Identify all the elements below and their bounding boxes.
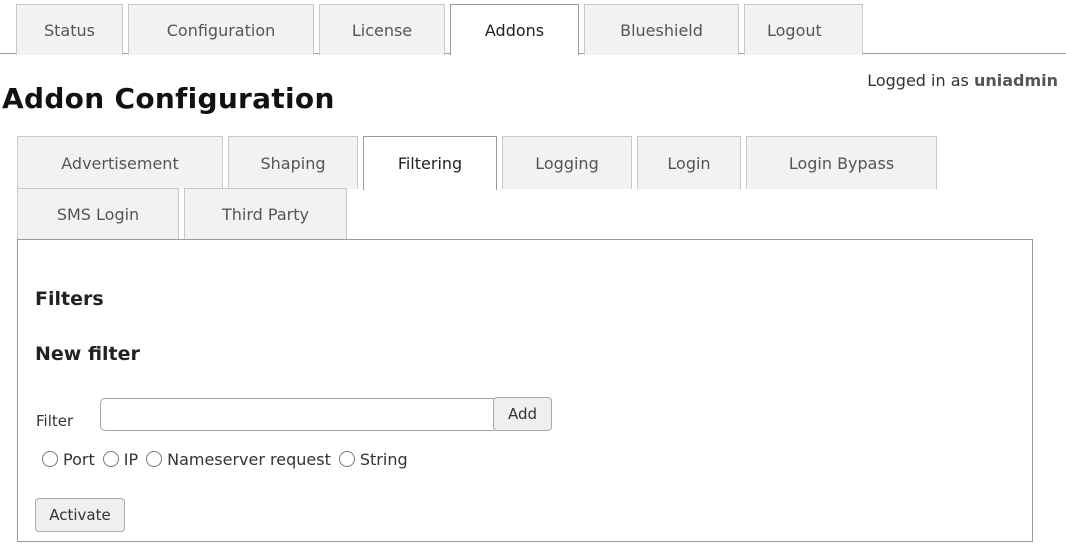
radio-circle-icon[interactable] xyxy=(338,451,355,467)
subtab-logging[interactable]: Logging xyxy=(502,136,632,189)
radio-circle-icon[interactable] xyxy=(42,451,58,467)
logged-in-status: Logged in as uniadmin xyxy=(867,71,1058,90)
radio-circle-icon[interactable] xyxy=(146,451,163,467)
tab-blueshield[interactable]: Blueshield xyxy=(584,4,739,55)
subtab-third-party[interactable]: Third Party xyxy=(184,188,347,240)
activate-button[interactable]: Activate xyxy=(35,498,125,532)
filter-type-options: Port IP Nameserver request String xyxy=(42,447,416,471)
radio-label: IP xyxy=(123,449,139,469)
radio-label: Nameserver request xyxy=(167,449,331,469)
tab-label: Blueshield xyxy=(620,20,703,40)
subtab-label: Logging xyxy=(535,153,599,173)
logged-in-user: uniadmin xyxy=(973,71,1058,90)
subtab-shaping[interactable]: Shaping xyxy=(228,136,358,189)
tab-status[interactable]: Status xyxy=(16,4,123,55)
filter-input[interactable] xyxy=(100,398,498,431)
radio-label: String xyxy=(359,449,408,469)
subtab-label: Third Party xyxy=(222,205,309,224)
filters-heading: Filters xyxy=(35,288,104,310)
tab-configuration[interactable]: Configuration xyxy=(128,4,314,55)
subtab-sms-login[interactable]: SMS Login xyxy=(17,188,179,240)
tab-addons[interactable]: Addons xyxy=(450,4,579,55)
add-button[interactable]: Add xyxy=(493,397,552,431)
page-title: Addon Configuration xyxy=(2,82,335,115)
radio-label: Port xyxy=(63,449,95,469)
subtab-login-bypass[interactable]: Login Bypass xyxy=(746,136,937,189)
radio-nameserver-request[interactable]: Nameserver request xyxy=(146,450,331,469)
subtab-label: Login xyxy=(667,153,711,173)
subtab-filtering[interactable]: Filtering xyxy=(363,136,497,190)
tab-logout[interactable]: Logout xyxy=(744,4,863,55)
subtab-label: Login Bypass xyxy=(788,153,895,173)
subtab-advertisement[interactable]: Advertisement xyxy=(17,136,223,189)
tab-label: Status xyxy=(44,20,95,40)
radio-ip[interactable]: IP xyxy=(102,449,139,469)
tab-label: Addons xyxy=(484,20,545,40)
radio-string[interactable]: String xyxy=(338,449,408,469)
logged-in-prefix: Logged in as xyxy=(867,71,969,90)
filter-label: Filter xyxy=(36,412,74,430)
subtab-label: Advertisement xyxy=(61,153,179,173)
tab-label: License xyxy=(351,20,413,40)
tab-label: Logout xyxy=(767,20,822,40)
tab-license[interactable]: License xyxy=(319,4,445,55)
subtab-label: Shaping xyxy=(260,153,326,173)
subtab-label: SMS Login xyxy=(56,205,140,224)
filtering-panel: Filters New filter Filter Add Port IP Na… xyxy=(17,239,1033,542)
subtab-label: Filtering xyxy=(397,154,463,173)
tab-label: Configuration xyxy=(166,20,276,40)
subtab-login[interactable]: Login xyxy=(637,136,741,189)
top-nav: Status Configuration License Addons Blue… xyxy=(0,0,1066,55)
radio-circle-icon[interactable] xyxy=(102,451,119,467)
radio-port[interactable]: Port xyxy=(42,450,95,469)
new-filter-heading: New filter xyxy=(35,343,140,365)
